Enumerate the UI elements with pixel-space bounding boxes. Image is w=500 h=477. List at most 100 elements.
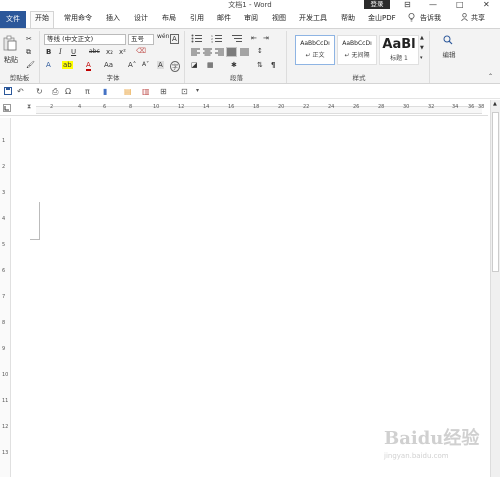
strikethrough-button[interactable]: abc (89, 48, 100, 55)
subscript-button[interactable]: x₂ (106, 48, 113, 56)
login-button[interactable]: 登录 (364, 0, 390, 9)
align-center-icon[interactable] (203, 48, 212, 56)
shrink-font-button[interactable]: A˅ (142, 61, 149, 68)
insert-equation-icon[interactable]: π (85, 87, 90, 96)
justify-icon[interactable] (226, 47, 237, 57)
customize-qat-icon[interactable]: ▾ (196, 87, 199, 94)
insert-chart-icon[interactable]: ▮ (103, 87, 107, 96)
styles-scroll-up-icon[interactable]: ▲ (420, 35, 424, 41)
insert-document-icon[interactable]: ▥ (142, 87, 150, 96)
group-font: 等线 (中文正文) 五号 wén A B I U abc x₂ x² ⌫ A a… (42, 31, 185, 83)
maximize-icon[interactable]: □ (456, 0, 464, 9)
find-icon[interactable] (443, 35, 453, 45)
ruler-tick: 14 (203, 104, 210, 110)
tab-mailings[interactable]: 邮件 (217, 13, 231, 23)
tab-view[interactable]: 视图 (272, 13, 286, 23)
numbering-icon[interactable]: 123 (211, 34, 225, 43)
scrollbar-thumb[interactable] (492, 112, 499, 272)
scroll-up-icon[interactable]: ▲ (493, 101, 497, 107)
tab-common-commands[interactable]: 常用命令 (64, 13, 92, 23)
superscript-button[interactable]: x² (119, 48, 126, 56)
ruler-tick: 6 (103, 104, 107, 110)
distributed-icon[interactable] (240, 48, 249, 56)
undo-icon[interactable]: ↶ (17, 87, 24, 96)
highlight-button[interactable]: ab (62, 61, 73, 69)
shading-icon[interactable]: ◪ (191, 61, 198, 69)
minimize-icon[interactable]: — (429, 0, 437, 9)
insert-picture-icon[interactable]: ▤ (124, 87, 132, 96)
style-no-spacing[interactable]: AaBbCcDı ↵ 无间隔 (337, 35, 377, 65)
tab-references[interactable]: 引用 (190, 13, 204, 23)
close-icon[interactable]: ✕ (483, 0, 490, 9)
tab-insert[interactable]: 插入 (106, 13, 120, 23)
save-icon[interactable] (4, 87, 12, 95)
styles-scroll-down-icon[interactable]: ▼ (420, 45, 424, 51)
print-preview-icon[interactable]: ⎙ (52, 87, 58, 97)
sort-icon[interactable]: ⇅ (257, 61, 263, 69)
character-shading-button[interactable]: A (157, 61, 164, 69)
increase-indent-icon[interactable]: ⇥ (263, 34, 269, 42)
font-color-button[interactable]: A (86, 61, 91, 71)
tab-home[interactable]: 开始 (30, 11, 54, 28)
change-case-button[interactable]: Aa (104, 61, 113, 69)
clear-formatting-icon[interactable]: ⌫ (136, 47, 146, 55)
style-heading-1[interactable]: AaBl 标题 1 (379, 35, 419, 65)
layout-icon[interactable]: ⊡ (181, 87, 188, 96)
phonetic-guide-icon[interactable]: wén (157, 33, 169, 40)
style-normal-name: ↵ 正文 (305, 52, 325, 59)
character-border-icon[interactable]: A (170, 34, 179, 44)
ruler-tick: 11 (2, 398, 9, 404)
vertical-ruler[interactable]: 1 2 3 4 5 6 7 8 9 10 11 12 13 (0, 118, 11, 477)
copy-icon[interactable]: ⧉ (26, 48, 31, 57)
italic-button[interactable]: I (59, 48, 62, 56)
tab-help[interactable]: 帮助 (341, 13, 355, 23)
group-label-paragraph: 段落 (230, 74, 243, 82)
ribbon-display-icon[interactable]: ⊟ (404, 0, 411, 9)
grow-font-button[interactable]: A˄ (128, 61, 136, 69)
underline-button[interactable]: U (71, 48, 76, 56)
tell-me-search[interactable]: 告诉我 (420, 13, 441, 23)
tab-design[interactable]: 设计 (134, 13, 148, 23)
paste-label[interactable]: 粘贴 (4, 55, 18, 65)
style-heading-1-name: 标题 1 (390, 55, 408, 62)
bullets-icon[interactable] (191, 34, 205, 43)
tab-selector-icon[interactable] (3, 104, 11, 112)
paste-icon[interactable] (3, 35, 17, 51)
ruler-tick: 2 (50, 104, 54, 110)
style-no-spacing-name: ↵ 无间隔 (344, 52, 370, 59)
vertical-scrollbar[interactable]: ▲ (490, 100, 500, 477)
tab-wps-pdf[interactable]: 金山PDF (368, 13, 396, 23)
tab-review[interactable]: 审阅 (244, 13, 258, 23)
redo-icon[interactable]: ↻ (36, 87, 43, 96)
line-spacing-icon[interactable]: ↕ (257, 47, 263, 55)
multilevel-list-icon[interactable] (231, 34, 245, 43)
style-no-spacing-sample: AaBbCcDı (342, 40, 372, 47)
bold-button[interactable]: B (46, 48, 51, 56)
insert-table-icon[interactable]: ⊞ (160, 87, 167, 96)
ruler-tick: 38 (478, 104, 485, 110)
borders-icon[interactable]: ▦ (207, 61, 214, 69)
first-line-indent-marker[interactable]: ⧗ (27, 103, 31, 111)
cut-icon[interactable]: ✂ (26, 35, 32, 43)
ruler-tick: 24 (328, 104, 335, 110)
collapse-ribbon-icon[interactable]: ⌃ (488, 73, 493, 80)
text-effects-button[interactable]: A (46, 61, 51, 69)
insert-symbol-icon[interactable]: Ω (65, 87, 71, 96)
tab-developer[interactable]: 开发工具 (299, 13, 327, 23)
tab-layout[interactable]: 布局 (162, 13, 176, 23)
align-left-icon[interactable] (191, 48, 200, 56)
font-name-select[interactable]: 等线 (中文正文) (44, 34, 126, 45)
share-button[interactable]: 共享 (471, 13, 485, 23)
tab-file[interactable]: 文件 (0, 11, 26, 28)
chinese-layout-icon[interactable]: ✱ (231, 61, 237, 69)
format-painter-icon[interactable]: 🖌 (26, 61, 35, 69)
styles-more-icon[interactable]: ▾ (420, 55, 423, 61)
editing-button[interactable]: 编辑 (432, 49, 466, 59)
show-marks-icon[interactable]: ¶ (271, 61, 275, 69)
ruler-tick: 13 (2, 450, 9, 456)
enclose-characters-button[interactable]: 字 (170, 61, 181, 72)
style-normal[interactable]: AaBbCcDı ↵ 正文 (295, 35, 335, 65)
decrease-indent-icon[interactable]: ⇤ (251, 34, 257, 42)
align-right-icon[interactable] (215, 48, 224, 56)
font-size-select[interactable]: 五号 (128, 34, 154, 45)
